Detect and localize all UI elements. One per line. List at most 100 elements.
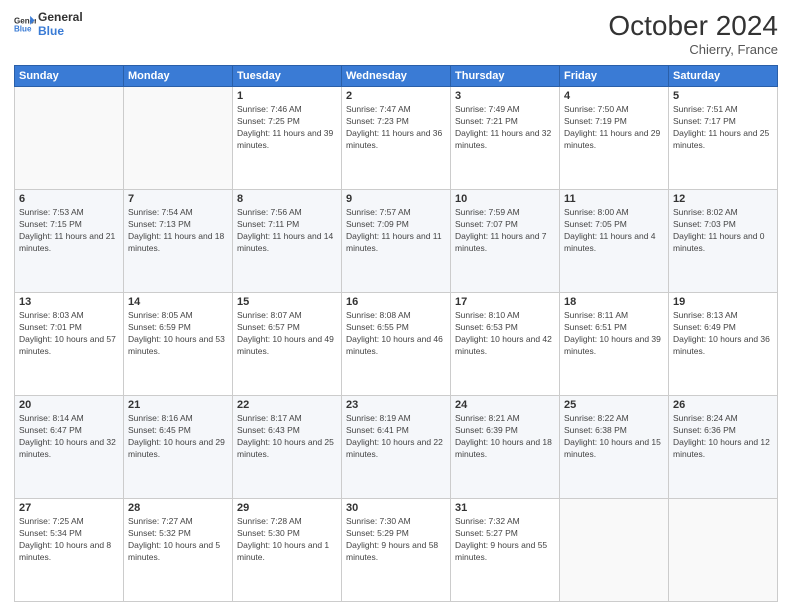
col-header-friday: Friday bbox=[560, 66, 669, 87]
day-cell: 19Sunrise: 8:13 AMSunset: 6:49 PMDayligh… bbox=[669, 293, 778, 396]
day-info: Sunrise: 7:53 AMSunset: 7:15 PMDaylight:… bbox=[19, 207, 119, 255]
day-info: Sunrise: 7:50 AMSunset: 7:19 PMDaylight:… bbox=[564, 104, 664, 152]
col-header-thursday: Thursday bbox=[451, 66, 560, 87]
title-block: October 2024 Chierry, France bbox=[608, 10, 778, 57]
day-number: 3 bbox=[455, 90, 555, 102]
day-cell: 24 Sunrise: 8:21 AMSunset: 6:39 PMDayligh… bbox=[451, 396, 560, 499]
week-row-2: 6Sunrise: 7:53 AMSunset: 7:15 PMDaylight… bbox=[15, 190, 778, 293]
day-number: 4 bbox=[564, 90, 664, 102]
day-info: Sunrise: 7:32 AMSunset: 5:27 PMDaylight:… bbox=[455, 516, 555, 564]
day-number: 26 bbox=[673, 399, 773, 411]
day-cell: 3 Sunrise: 7:49 AMSunset: 7:21 PMDaylight… bbox=[451, 87, 560, 190]
day-cell: 14 Sunrise: 8:05 AMSunset: 6:59 PMDayligh… bbox=[124, 293, 233, 396]
day-number: 1 bbox=[237, 90, 337, 102]
day-cell: 28 Sunrise: 7:27 AMSunset: 5:32 PMDayligh… bbox=[124, 499, 233, 602]
day-cell bbox=[669, 499, 778, 602]
day-number: 29 bbox=[237, 502, 337, 514]
day-number: 28 bbox=[128, 502, 228, 514]
day-cell bbox=[560, 499, 669, 602]
col-header-wednesday: Wednesday bbox=[342, 66, 451, 87]
location: Chierry, France bbox=[608, 42, 778, 57]
day-info: Sunrise: 7:28 AMSunset: 5:30 PMDaylight:… bbox=[237, 516, 337, 564]
day-number: 14 bbox=[128, 296, 228, 308]
day-number: 8 bbox=[237, 193, 337, 205]
day-number: 17 bbox=[455, 296, 555, 308]
day-cell bbox=[124, 87, 233, 190]
day-info: Sunrise: 7:49 AMSunset: 7:21 PMDaylight:… bbox=[455, 104, 555, 152]
col-header-monday: Monday bbox=[124, 66, 233, 87]
week-row-3: 13Sunrise: 8:03 AMSunset: 7:01 PMDayligh… bbox=[15, 293, 778, 396]
day-cell: 18 Sunrise: 8:11 AMSunset: 6:51 PMDayligh… bbox=[560, 293, 669, 396]
week-row-1: 1Sunrise: 7:46 AMSunset: 7:25 PMDaylight… bbox=[15, 87, 778, 190]
day-cell: 23 Sunrise: 8:19 AMSunset: 6:41 PMDayligh… bbox=[342, 396, 451, 499]
day-number: 16 bbox=[346, 296, 446, 308]
day-info: Sunrise: 7:30 AMSunset: 5:29 PMDaylight:… bbox=[346, 516, 446, 564]
day-info: Sunrise: 8:02 AMSunset: 7:03 PMDaylight:… bbox=[673, 207, 773, 255]
day-cell: 1Sunrise: 7:46 AMSunset: 7:25 PMDaylight… bbox=[233, 87, 342, 190]
day-cell: 10 Sunrise: 7:59 AMSunset: 7:07 PMDayligh… bbox=[451, 190, 560, 293]
day-number: 23 bbox=[346, 399, 446, 411]
day-number: 22 bbox=[237, 399, 337, 411]
logo-blue: Blue bbox=[38, 24, 83, 38]
day-cell: 13Sunrise: 8:03 AMSunset: 7:01 PMDayligh… bbox=[15, 293, 124, 396]
col-header-saturday: Saturday bbox=[669, 66, 778, 87]
day-number: 25 bbox=[564, 399, 664, 411]
day-cell: 26 Sunrise: 8:24 AMSunset: 6:36 PMDayligh… bbox=[669, 396, 778, 499]
page: General Blue General Blue October 2024 C… bbox=[0, 0, 792, 612]
day-info: Sunrise: 8:19 AMSunset: 6:41 PMDaylight:… bbox=[346, 413, 446, 461]
day-cell: 9Sunrise: 7:57 AMSunset: 7:09 PMDaylight… bbox=[342, 190, 451, 293]
day-cell: 2 Sunrise: 7:47 AMSunset: 7:23 PMDaylight… bbox=[342, 87, 451, 190]
day-info: Sunrise: 8:00 AMSunset: 7:05 PMDaylight:… bbox=[564, 207, 664, 255]
day-info: Sunrise: 7:47 AMSunset: 7:23 PMDaylight:… bbox=[346, 104, 446, 152]
day-info: Sunrise: 7:56 AMSunset: 7:11 PMDaylight:… bbox=[237, 207, 337, 255]
day-number: 24 bbox=[455, 399, 555, 411]
day-info: Sunrise: 8:08 AMSunset: 6:55 PMDaylight:… bbox=[346, 310, 446, 358]
day-info: Sunrise: 8:11 AMSunset: 6:51 PMDaylight:… bbox=[564, 310, 664, 358]
day-number: 15 bbox=[237, 296, 337, 308]
logo-icon: General Blue bbox=[14, 15, 36, 33]
day-cell: 5 Sunrise: 7:51 AMSunset: 7:17 PMDaylight… bbox=[669, 87, 778, 190]
day-info: Sunrise: 8:24 AMSunset: 6:36 PMDaylight:… bbox=[673, 413, 773, 461]
day-cell: 15Sunrise: 8:07 AMSunset: 6:57 PMDayligh… bbox=[233, 293, 342, 396]
day-number: 27 bbox=[19, 502, 119, 514]
day-cell: 4 Sunrise: 7:50 AMSunset: 7:19 PMDaylight… bbox=[560, 87, 669, 190]
day-number: 19 bbox=[673, 296, 773, 308]
col-header-sunday: Sunday bbox=[15, 66, 124, 87]
day-info: Sunrise: 7:25 AMSunset: 5:34 PMDaylight:… bbox=[19, 516, 119, 564]
day-info: Sunrise: 7:54 AMSunset: 7:13 PMDaylight:… bbox=[128, 207, 228, 255]
day-number: 7 bbox=[128, 193, 228, 205]
day-cell: 8 Sunrise: 7:56 AMSunset: 7:11 PMDaylight… bbox=[233, 190, 342, 293]
col-header-tuesday: Tuesday bbox=[233, 66, 342, 87]
day-cell: 20 Sunrise: 8:14 AMSunset: 6:47 PMDayligh… bbox=[15, 396, 124, 499]
day-number: 21 bbox=[128, 399, 228, 411]
day-cell: 17Sunrise: 8:10 AMSunset: 6:53 PMDayligh… bbox=[451, 293, 560, 396]
day-info: Sunrise: 8:17 AMSunset: 6:43 PMDaylight:… bbox=[237, 413, 337, 461]
day-cell: 7 Sunrise: 7:54 AMSunset: 7:13 PMDaylight… bbox=[124, 190, 233, 293]
day-cell: 16 Sunrise: 8:08 AMSunset: 6:55 PMDayligh… bbox=[342, 293, 451, 396]
day-cell: 25 Sunrise: 8:22 AMSunset: 6:38 PMDayligh… bbox=[560, 396, 669, 499]
day-cell: 29 Sunrise: 7:28 AMSunset: 5:30 PMDayligh… bbox=[233, 499, 342, 602]
week-row-5: 27 Sunrise: 7:25 AMSunset: 5:34 PMDayligh… bbox=[15, 499, 778, 602]
month-title: October 2024 bbox=[608, 10, 778, 42]
day-number: 20 bbox=[19, 399, 119, 411]
day-number: 12 bbox=[673, 193, 773, 205]
day-number: 10 bbox=[455, 193, 555, 205]
day-number: 18 bbox=[564, 296, 664, 308]
day-number: 31 bbox=[455, 502, 555, 514]
day-info: Sunrise: 7:51 AMSunset: 7:17 PMDaylight:… bbox=[673, 104, 773, 152]
day-info: Sunrise: 8:22 AMSunset: 6:38 PMDaylight:… bbox=[564, 413, 664, 461]
day-info: Sunrise: 7:27 AMSunset: 5:32 PMDaylight:… bbox=[128, 516, 228, 564]
day-cell bbox=[15, 87, 124, 190]
day-info: Sunrise: 8:05 AMSunset: 6:59 PMDaylight:… bbox=[128, 310, 228, 358]
day-number: 5 bbox=[673, 90, 773, 102]
day-info: Sunrise: 7:59 AMSunset: 7:07 PMDaylight:… bbox=[455, 207, 555, 255]
day-cell: 31 Sunrise: 7:32 AMSunset: 5:27 PMDayligh… bbox=[451, 499, 560, 602]
day-number: 2 bbox=[346, 90, 446, 102]
day-info: Sunrise: 8:14 AMSunset: 6:47 PMDaylight:… bbox=[19, 413, 119, 461]
day-number: 11 bbox=[564, 193, 664, 205]
day-cell: 6Sunrise: 7:53 AMSunset: 7:15 PMDaylight… bbox=[15, 190, 124, 293]
logo: General Blue General Blue bbox=[14, 10, 83, 39]
logo-general: General bbox=[38, 10, 83, 24]
day-cell: 21Sunrise: 8:16 AMSunset: 6:45 PMDayligh… bbox=[124, 396, 233, 499]
day-info: Sunrise: 8:21 AMSunset: 6:39 PMDaylight:… bbox=[455, 413, 555, 461]
